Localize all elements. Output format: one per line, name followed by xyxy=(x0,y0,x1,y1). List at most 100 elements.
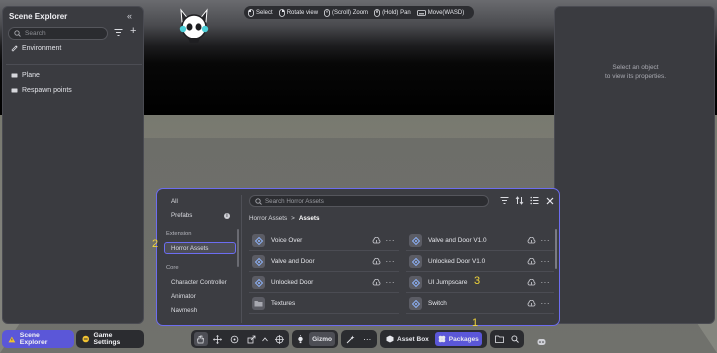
asset-row-valve-and-door-v1[interactable]: Valve and Door V1.0 ··· xyxy=(406,231,554,251)
breadcrumb-root[interactable]: Horror Assets xyxy=(249,215,287,222)
hint-label: Rotate view xyxy=(286,9,319,16)
scene-item-plane[interactable]: Plane xyxy=(11,72,40,79)
filter-icon[interactable] xyxy=(499,195,510,206)
asset-row-unlocked-door-v1[interactable]: Unlocked Door V1.0 ··· xyxy=(406,252,554,272)
more-options-button[interactable]: ··· xyxy=(541,299,551,308)
mouse-middle-icon xyxy=(374,8,380,17)
filter-icon[interactable] xyxy=(114,28,123,37)
plane-icon xyxy=(11,73,18,78)
cloud-download-icon[interactable] xyxy=(527,258,536,265)
category-navmesh[interactable]: Navmesh xyxy=(171,307,197,314)
sidebar-scrollbar[interactable] xyxy=(237,229,239,267)
asset-name: Unlocked Door xyxy=(271,279,314,286)
more-options-button[interactable]: ··· xyxy=(386,257,396,266)
search-icon xyxy=(14,30,21,37)
asset-name: Switch xyxy=(428,300,447,307)
more-options-icon[interactable]: ⋯ xyxy=(361,332,375,346)
scene-item-environment[interactable]: Environment xyxy=(11,45,61,52)
asset-name: Valve and Door xyxy=(271,258,315,265)
scene-item-respawn-points[interactable]: Respawn points xyxy=(11,87,72,94)
sort-icon[interactable] xyxy=(514,195,525,206)
prefab-icon xyxy=(409,276,422,289)
gamepad-icon xyxy=(82,335,90,343)
category-animator[interactable]: Animator xyxy=(171,293,196,300)
collapse-panel-icon[interactable]: « xyxy=(127,11,132,21)
box-icon xyxy=(386,335,394,343)
discord-icon[interactable] xyxy=(537,338,546,346)
prefab-icon xyxy=(409,255,422,268)
chevron-up-icon[interactable] xyxy=(261,332,269,346)
hint-zoom: (Scroll) Zoom xyxy=(324,8,369,17)
add-object-icon[interactable]: + xyxy=(130,25,136,37)
asset-browser-panel: All Prefabs i Extension Horror Assets Co… xyxy=(156,188,560,326)
more-options-button[interactable]: ··· xyxy=(541,278,551,287)
more-options-button[interactable]: ··· xyxy=(541,257,551,266)
more-options-button[interactable]: ··· xyxy=(386,236,396,245)
annotation-number: 1 xyxy=(472,317,479,329)
hand-tool-icon[interactable] xyxy=(194,332,208,346)
scene-search-input[interactable] xyxy=(25,30,105,37)
info-icon[interactable]: i xyxy=(224,213,230,219)
hint-label: Select xyxy=(256,9,273,16)
environment-icon xyxy=(11,45,18,52)
category-character-controller[interactable]: Character Controller xyxy=(171,279,227,286)
list-view-icon[interactable] xyxy=(529,195,540,206)
asset-row-valve-and-door[interactable]: Valve and Door ··· xyxy=(249,252,399,272)
asset-row-switch[interactable]: Switch ··· xyxy=(406,294,554,314)
category-horror-assets-label: Horror Assets xyxy=(171,245,209,252)
properties-empty-hint: Select an object to view its properties. xyxy=(555,63,716,81)
category-all[interactable]: All xyxy=(171,198,178,205)
app-logo xyxy=(177,8,211,44)
scale-tool-icon[interactable] xyxy=(244,332,258,346)
asset-name: Voice Over xyxy=(271,237,303,244)
hint-label: (Scroll) Zoom xyxy=(332,9,369,16)
hint-pan: (Hold) Pan xyxy=(374,8,411,17)
transform-all-icon[interactable] xyxy=(272,332,286,346)
asset-box-label: Asset Box xyxy=(397,335,429,343)
rotate-tool-icon[interactable] xyxy=(228,332,242,346)
respawn-icon xyxy=(11,88,18,93)
cloud-download-icon[interactable] xyxy=(372,258,381,265)
move-tool-icon[interactable] xyxy=(211,332,225,346)
asset-search-input[interactable] xyxy=(265,197,465,205)
magic-wand-icon[interactable] xyxy=(344,332,358,346)
breadcrumb-current: Assets xyxy=(298,215,320,222)
breadcrumb-separator: > xyxy=(291,215,295,222)
control-hints-bar: Select Rotate view (Scroll) Zoom (Hold) … xyxy=(244,6,474,19)
gizmo-toggle[interactable]: Gizmo xyxy=(309,332,335,346)
cloud-download-icon[interactable] xyxy=(372,237,381,244)
asset-list-scrollbar[interactable] xyxy=(555,229,557,269)
cloud-download-icon[interactable] xyxy=(372,279,381,286)
breadcrumb: Horror Assets > Assets xyxy=(249,215,320,222)
hint-label: (Hold) Pan xyxy=(382,9,411,16)
asset-search-box[interactable] xyxy=(249,195,489,207)
hint-label: Move(WASD) xyxy=(427,9,465,16)
cloud-download-icon[interactable] xyxy=(527,237,536,244)
assets-group: Asset Box Packages xyxy=(380,330,487,348)
search-icon[interactable] xyxy=(509,332,522,346)
category-prefabs[interactable]: Prefabs xyxy=(171,212,192,219)
cloud-download-icon[interactable] xyxy=(527,279,536,286)
scene-item-label: Respawn points xyxy=(22,87,72,94)
scene-explorer-tab[interactable]: Scene Explorer xyxy=(2,330,74,348)
more-options-button[interactable]: ··· xyxy=(386,278,396,287)
scene-search-box[interactable] xyxy=(8,27,108,40)
folder-icon[interactable] xyxy=(493,332,506,346)
cloud-download-icon[interactable] xyxy=(527,300,536,307)
asset-row-textures[interactable]: Textures xyxy=(249,294,399,314)
search-icon xyxy=(255,197,262,205)
asset-name: Valve and Door V1.0 xyxy=(428,237,487,244)
close-icon[interactable] xyxy=(544,195,555,206)
asset-box-button[interactable]: Asset Box xyxy=(383,332,432,346)
properties-hint-line: to view its properties. xyxy=(604,73,667,80)
game-settings-tab[interactable]: Game Settings xyxy=(76,330,144,348)
prefab-icon xyxy=(252,255,265,268)
packages-button[interactable]: Packages xyxy=(434,332,482,346)
mouse-left-icon xyxy=(248,8,254,17)
asset-row-voice-over[interactable]: Voice Over ··· xyxy=(249,231,399,251)
file-tools xyxy=(490,330,524,348)
more-options-button[interactable]: ··· xyxy=(541,236,551,245)
keyboard-icon xyxy=(416,9,426,16)
light-icon[interactable] xyxy=(295,332,306,346)
asset-row-unlocked-door[interactable]: Unlocked Door ··· xyxy=(249,273,399,293)
